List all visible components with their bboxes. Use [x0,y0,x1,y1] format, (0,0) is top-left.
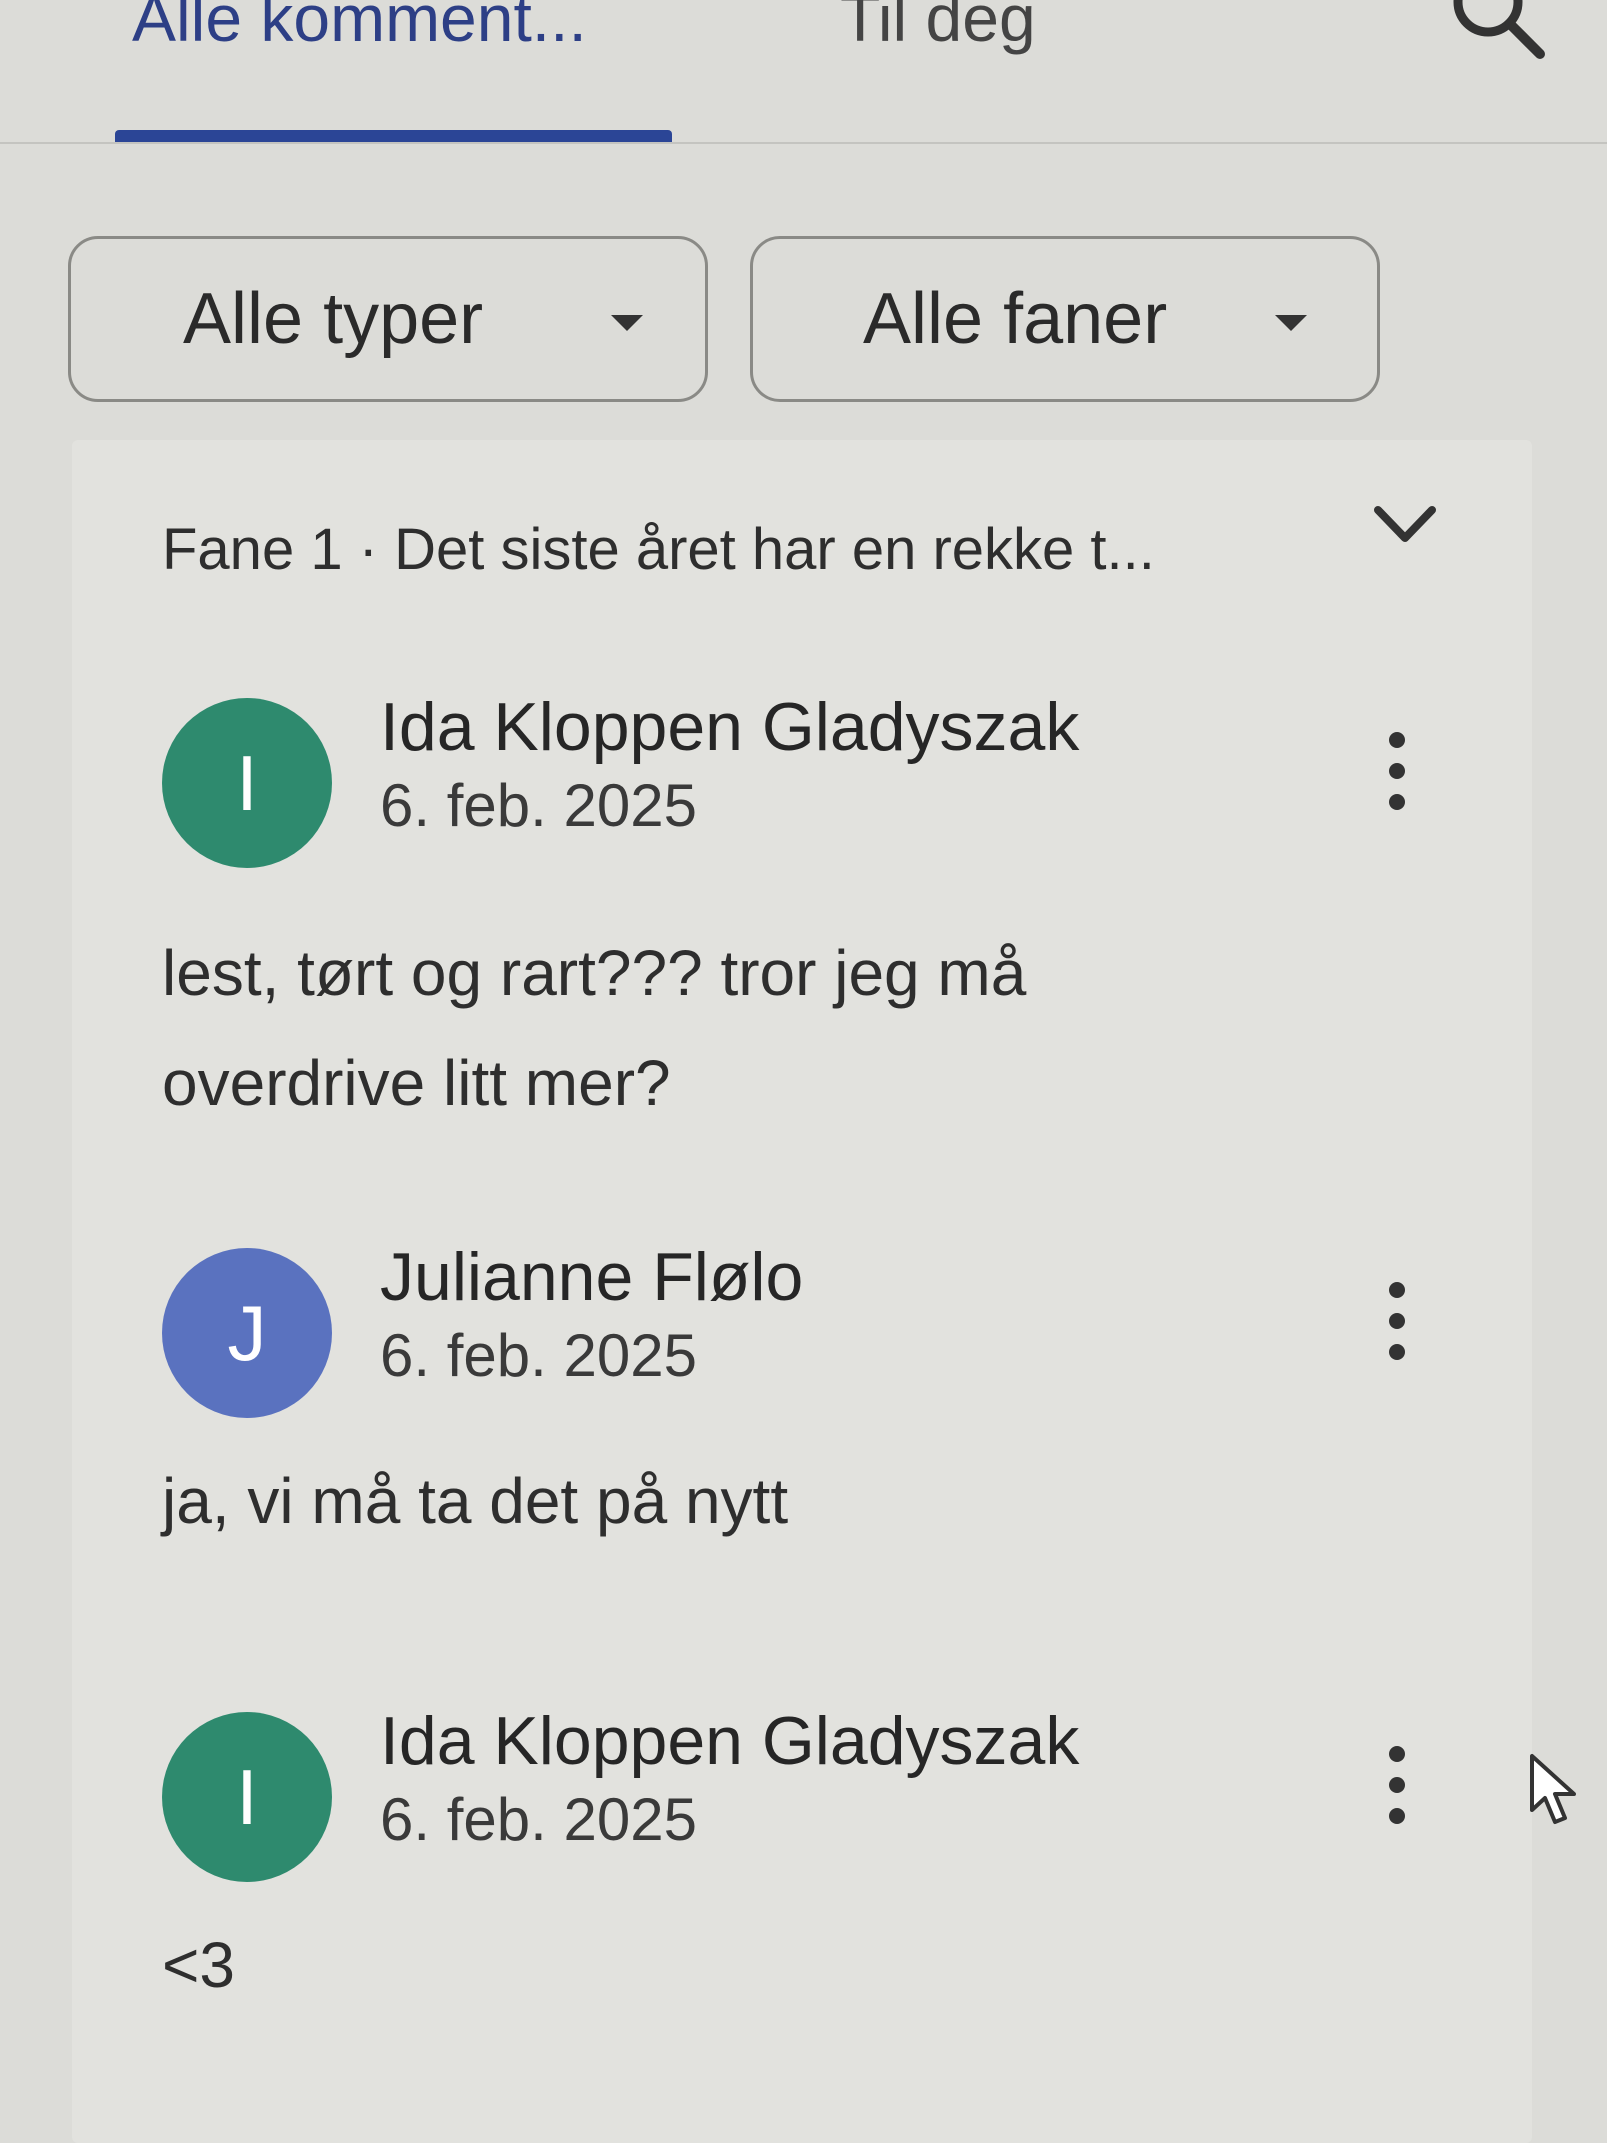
avatar-initial: I [236,738,258,827]
tab-all-comments[interactable]: Alle komment... [132,0,587,58]
mouse-pointer-icon [1530,1754,1576,1824]
avatar-initial: I [236,1752,258,1841]
chevron-down-icon[interactable] [1372,500,1438,550]
caret-down-icon [1275,315,1307,331]
tab-filter-dropdown[interactable]: Alle faner [750,236,1380,402]
comment-text-line: lest, tørt og rart??? tror jeg må [162,937,1027,1009]
caret-down-icon [611,315,643,331]
comment-date: 6. feb. 2025 [380,1322,697,1389]
comment-author: Ida Kloppen Gladyszak [380,689,1080,765]
avatar-initial: J [227,1288,267,1377]
thread-title: Fane 1 · Det siste året har en rekke t..… [162,517,1155,582]
comment-tabs: Alle komment... Til deg [0,0,1607,144]
type-filter-label: Alle typer [183,279,484,359]
tab-for-you[interactable]: Til deg [840,0,1036,58]
comment-text-line: <3 [162,1929,235,2001]
comment-author: Julianne Flølo [380,1239,804,1315]
active-tab-indicator [115,130,672,142]
comment-date: 6. feb. 2025 [380,772,697,839]
more-vertical-icon[interactable] [1382,728,1412,814]
comment-text-line: overdrive litt mer? [162,1047,671,1119]
comment-text-line: ja, vi må ta det på nytt [162,1465,789,1537]
avatar: I [162,1712,332,1882]
type-filter-dropdown[interactable]: Alle typer [68,236,708,402]
more-vertical-icon[interactable] [1382,1742,1412,1828]
comment-thread-card[interactable]: Fane 1 · Det siste året har en rekke t..… [72,440,1532,2143]
comment-author: Ida Kloppen Gladyszak [380,1703,1080,1779]
comment-date: 6. feb. 2025 [380,1786,697,1853]
search-icon[interactable] [1440,0,1550,70]
more-vertical-icon[interactable] [1382,1278,1412,1364]
tab-filter-label: Alle faner [863,279,1168,359]
avatar: I [162,698,332,868]
avatar: J [162,1248,332,1418]
